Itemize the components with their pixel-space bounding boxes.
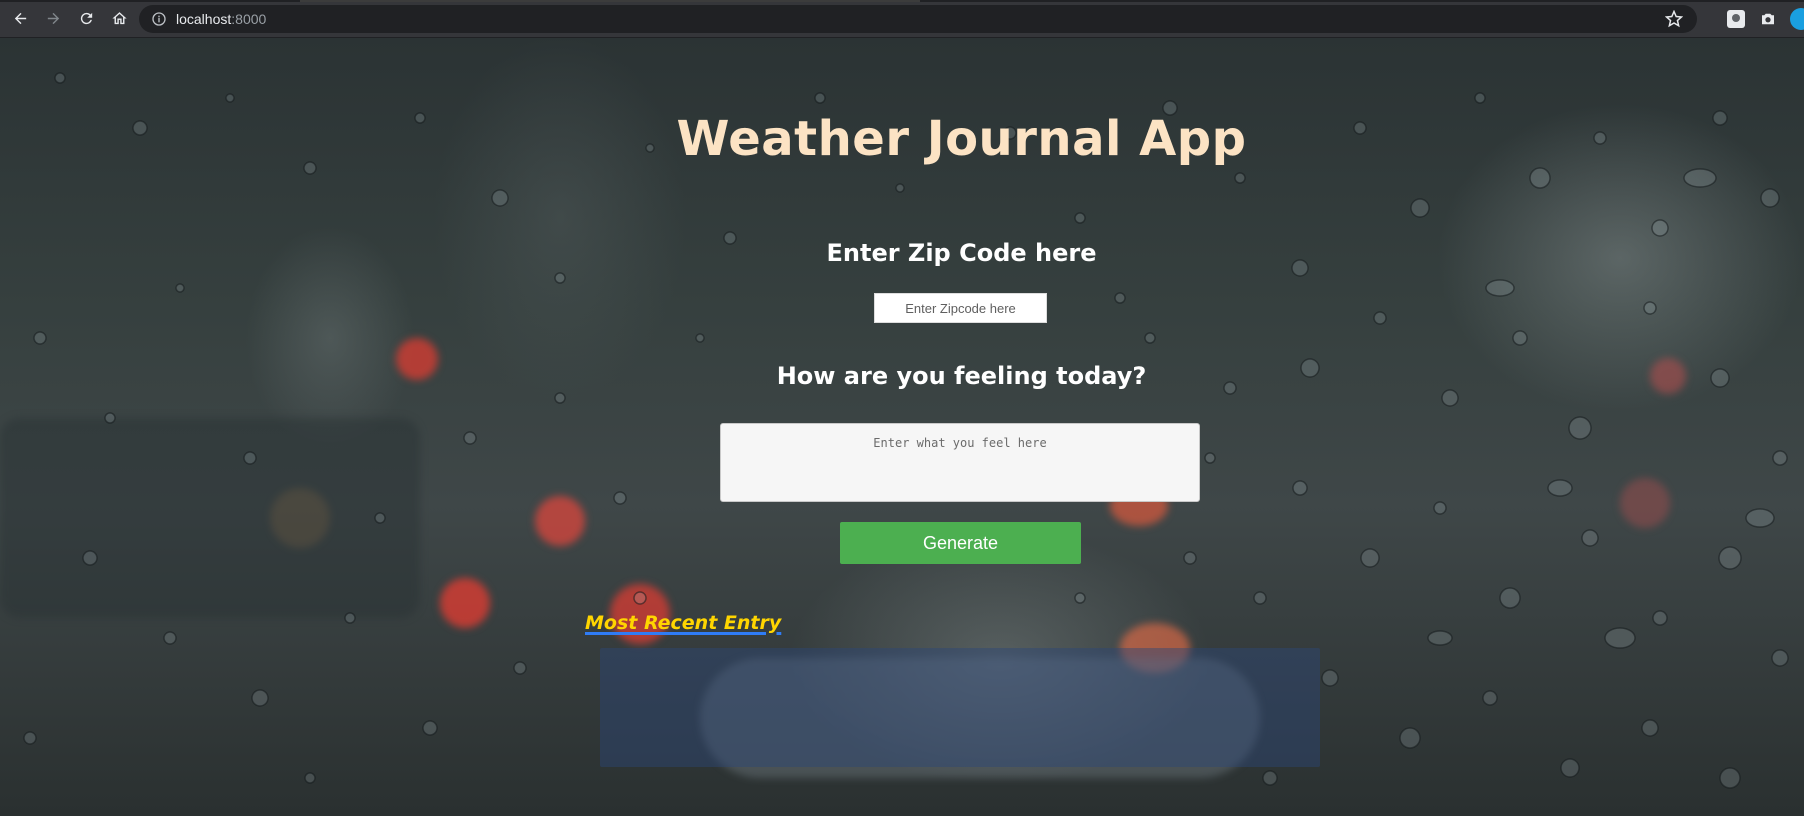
info-icon[interactable] [151, 11, 167, 27]
feeling-textarea[interactable] [720, 423, 1200, 502]
page-background: Weather Journal App Enter Zip Code here … [0, 38, 1804, 816]
browser-toolbar: localhost:8000 [0, 0, 1804, 38]
address-bar[interactable]: localhost:8000 [139, 5, 1697, 33]
forward-icon[interactable] [40, 6, 66, 32]
feeling-label: How are you feeling today? [776, 362, 1147, 390]
camera-icon[interactable] [1759, 10, 1777, 28]
zip-input[interactable] [874, 293, 1047, 323]
url-text: localhost:8000 [176, 11, 266, 27]
bookmark-star-icon[interactable] [1665, 10, 1683, 28]
page-title: Weather Journal App [676, 111, 1247, 167]
extension-icon[interactable] [1727, 10, 1745, 28]
tab-strip [0, 0, 1804, 2]
back-icon[interactable] [7, 6, 33, 32]
profile-extension-icon[interactable] [1790, 8, 1804, 30]
generate-button[interactable]: Generate [840, 522, 1081, 564]
zip-label: Enter Zip Code here [826, 239, 1097, 267]
entry-holder [600, 648, 1320, 767]
url-host: localhost [176, 11, 232, 27]
reload-icon[interactable] [73, 6, 99, 32]
most-recent-entry-heading: Most Recent Entry [585, 612, 782, 634]
home-icon[interactable] [106, 6, 132, 32]
url-port: :8000 [231, 11, 267, 27]
